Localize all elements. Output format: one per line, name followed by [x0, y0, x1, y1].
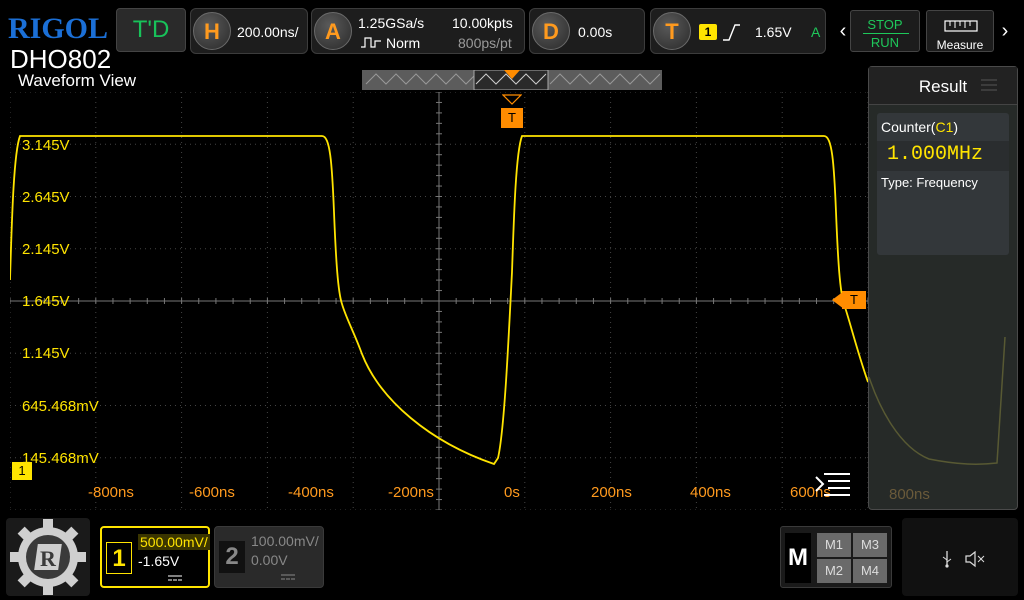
run-label: RUN	[870, 35, 900, 50]
waveform-grid[interactable]	[9, 91, 869, 511]
timebase-value: 200.00ns/	[237, 24, 299, 40]
acquire-mode: Norm	[386, 35, 421, 51]
counter-result-card[interactable]: Counter(C1) 1.000MHz Type: Frequency	[877, 113, 1009, 255]
dc-coupling-icon	[168, 575, 182, 581]
math-m4-button[interactable]: M4	[853, 559, 887, 583]
brand-logo: RIGOL	[8, 12, 109, 45]
counter-close: )	[953, 119, 959, 135]
top-toolbar: RIGOL T'D H 200.00ns/ A 1.25GSa/s Norm 1…	[0, 0, 1024, 58]
math-m3-button[interactable]: M3	[853, 533, 887, 557]
time-label: -800ns	[88, 484, 134, 501]
trigger-time-marker[interactable]: T	[501, 108, 523, 128]
measure-button[interactable]: Measure	[926, 10, 994, 52]
svg-text:800ns: 800ns	[889, 486, 930, 503]
delay-control[interactable]: D 0.00s	[529, 8, 645, 54]
stop-run-divider	[863, 33, 909, 34]
channel-1-scale: 500.00mV/	[138, 534, 210, 550]
system-status-area	[902, 518, 1018, 596]
delay-value: 0.00s	[578, 24, 613, 40]
counter-source: C1	[935, 119, 954, 135]
ch1-offset-marker[interactable]: 1	[12, 462, 32, 480]
counter-label: Counter(	[881, 119, 936, 135]
stop-run-button[interactable]: STOP RUN	[850, 10, 920, 52]
time-label: -600ns	[189, 484, 235, 501]
trigger-source-badge: 1	[699, 24, 717, 40]
usb-icon[interactable]	[940, 550, 954, 568]
horizontal-timebase-control[interactable]: H 200.00ns/	[190, 8, 308, 54]
volt-label: 145.468mV	[22, 450, 99, 467]
math-button[interactable]: M	[785, 533, 811, 583]
time-label: -400ns	[288, 484, 334, 501]
counter-title: Counter(C1)	[881, 119, 958, 135]
delay-key[interactable]: D	[532, 12, 570, 50]
volt-label: 645.468mV	[22, 398, 99, 415]
trigger-level-marker[interactable]: T	[842, 291, 866, 309]
waveform-overview-bar[interactable]	[362, 69, 662, 91]
volt-label: 2.645V	[22, 189, 70, 206]
volt-label: 1.645V	[22, 293, 70, 310]
channel-2-button[interactable]: 2 100.00mV/ 0.00V	[214, 526, 324, 588]
rising-edge-icon	[723, 24, 740, 41]
channel-1-button[interactable]: 1 500.00mV/ -1.65V	[100, 526, 210, 588]
rigol-gear-icon: R	[10, 519, 86, 595]
trigger-level: 1.65V	[755, 24, 792, 40]
math-m2-button[interactable]: M2	[817, 559, 851, 583]
result-header: Result	[869, 67, 1017, 105]
drag-handle-icon[interactable]	[979, 77, 999, 93]
stop-label: STOP	[867, 17, 903, 32]
bottom-bar: R 1 500.00mV/ -1.65V 2 100.00mV/ 0.00V M…	[0, 512, 1024, 600]
waveform-view-title: Waveform View	[18, 71, 137, 90]
model-name: DHO802	[10, 44, 112, 74]
volt-label: 3.145V	[22, 137, 70, 154]
acquire-mode-icon	[361, 37, 381, 48]
dc-coupling-icon	[281, 574, 295, 580]
math-m1-button[interactable]: M1	[817, 533, 851, 557]
channel-2-offset: 0.00V	[251, 552, 288, 568]
menu-icon[interactable]	[814, 470, 854, 498]
channel-1-number: 1	[106, 542, 132, 574]
counter-type: Type: Frequency	[881, 175, 978, 190]
time-label: -200ns	[388, 484, 434, 501]
channel-2-scale: 100.00mV/	[251, 533, 319, 549]
volt-label: 1.145V	[22, 345, 70, 362]
ruler-icon	[944, 20, 978, 32]
measure-label: Measure	[936, 38, 984, 52]
memory-depth: 10.00kpts	[452, 15, 513, 31]
result-panel[interactable]: 800ns Result Counter(C1) 1.000MHz Type: …	[868, 66, 1018, 510]
scroll-right-icon[interactable]: ›	[996, 10, 1014, 54]
time-label: 0s	[504, 484, 520, 501]
speaker-muted-icon[interactable]	[964, 550, 986, 568]
trigger-key[interactable]: T	[653, 12, 691, 50]
time-label: 200ns	[591, 484, 632, 501]
volt-label: 2.145V	[22, 241, 70, 258]
touch-display-button[interactable]: T'D	[116, 8, 186, 52]
channel-1-offset: -1.65V	[138, 553, 180, 569]
channel-2-number: 2	[219, 541, 245, 573]
acquire-control[interactable]: A 1.25GSa/s Norm 10.00kpts 800ps/pt	[311, 8, 525, 54]
trigger-position-icon	[502, 94, 522, 105]
acquire-key[interactable]: A	[314, 12, 352, 50]
time-label: 400ns	[690, 484, 731, 501]
point-interval: 800ps/pt	[458, 35, 512, 51]
sample-rate: 1.25GSa/s	[358, 15, 425, 31]
trigger-control[interactable]: T 1 1.65V A	[650, 8, 826, 54]
home-button[interactable]: R	[6, 518, 90, 596]
svg-text:R: R	[40, 546, 57, 571]
horizontal-key[interactable]: H	[193, 12, 231, 50]
math-group: M M1 M3 M2 M4	[780, 526, 892, 588]
counter-value: 1.000MHz	[887, 143, 984, 166]
overview-thumbnail	[365, 69, 661, 91]
waveform-canvas[interactable]	[9, 91, 869, 511]
trigger-status: A	[811, 24, 821, 40]
